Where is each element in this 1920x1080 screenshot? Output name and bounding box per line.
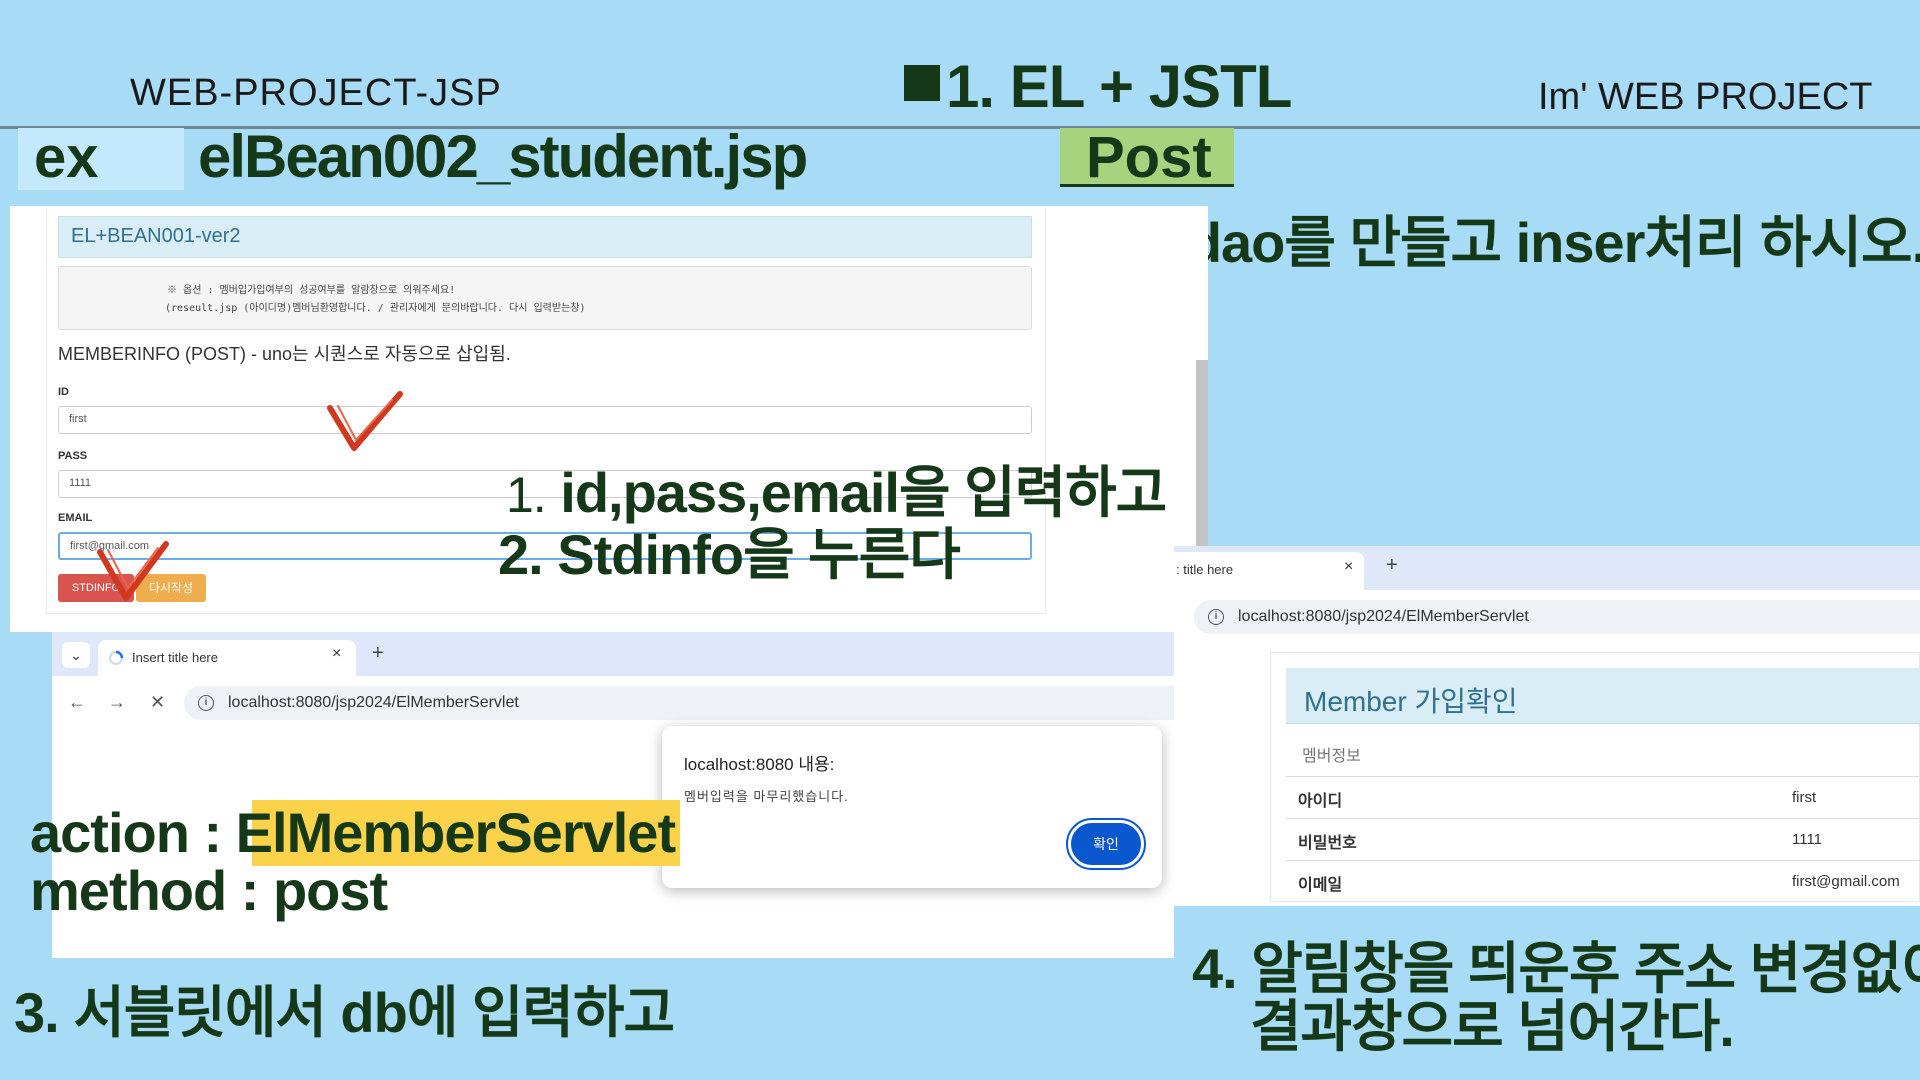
row-value: 1111 — [1792, 831, 1823, 848]
caption-step-4-line-2: 결과창으로 넘어간다. — [1250, 995, 1735, 1058]
alert-message: 멤버입력을 마무리했습니다. — [684, 789, 849, 804]
row-value: first@gmail.com — [1792, 873, 1900, 890]
result-subtitle: 멤버정보 — [1302, 748, 1361, 765]
caption-step-3: 3. 서블릿에서 db에 입력하고 — [14, 981, 675, 1044]
alert-ok-button[interactable]: 확인 — [1066, 818, 1146, 870]
tab-title-right: : title here — [1176, 562, 1234, 577]
caption-step-2: 2. Stdinfo을 누른다 — [498, 523, 961, 586]
notice-line-1: ※ 옵션 : 멤버입가입여부의 성공여부를 알람창으로 의워주세요! — [167, 285, 456, 296]
table-row: 이메일 first@gmail.com — [1286, 860, 1920, 902]
member-info-heading: MEMBERINFO (POST) - uno는 시퀀스로 자동으로 삽입됨. — [58, 344, 511, 364]
forward-arrow-icon[interactable]: → — [108, 692, 126, 713]
action-line: action : ElMemberServlet — [30, 801, 676, 864]
check-mark-icon — [327, 391, 403, 451]
main-title: 1. EL + JSTL — [904, 52, 1292, 121]
url-text-right[interactable]: localhost:8080/jsp2024/ElMemberServlet — [1238, 608, 1529, 626]
new-tab-icon[interactable]: + — [1386, 554, 1398, 577]
check-mark-icon — [97, 541, 169, 601]
stop-loading-icon[interactable]: ✕ — [150, 692, 165, 713]
alert-title: localhost:8080 내용: — [684, 755, 835, 774]
row-key: 비밀번호 — [1298, 835, 1357, 852]
row-value: first — [1792, 789, 1817, 806]
brand-right: Im' WEB PROJECT — [1538, 76, 1873, 118]
id-field[interactable]: first — [58, 406, 1032, 434]
new-tab-icon[interactable]: + — [372, 642, 384, 665]
question-text: Q1. dao를 만들고 inser처리 하시오. — [1086, 211, 1920, 274]
ex-label: ex — [34, 125, 99, 190]
square-bullet-icon — [904, 65, 940, 101]
url-text-left[interactable]: localhost:8080/jsp2024/ElMemberServlet — [228, 694, 519, 712]
tab-title-left: Insert title here — [132, 650, 218, 665]
site-info-icon[interactable]: i — [198, 695, 214, 711]
notice-box: ※ 옵션 : 멤버입가입여부의 성공여부를 알람창으로 의워주세요! (rese… — [58, 266, 1032, 330]
result-panel-heading: Member 가입확인 — [1286, 668, 1920, 724]
row-key: 이메일 — [1298, 877, 1343, 894]
page-loading-icon — [109, 650, 124, 665]
scrollbar-strip — [1196, 360, 1208, 546]
site-info-icon[interactable]: i — [1208, 609, 1224, 625]
tab-list-dropdown-icon[interactable]: ⌄ — [62, 642, 90, 668]
post-tag-underline — [1060, 184, 1234, 187]
post-tag: Post — [1086, 125, 1212, 190]
table-row: 비밀번호 1111 — [1286, 818, 1920, 860]
method-line: method : post — [30, 859, 388, 922]
result-panel-title: Member 가입확인 — [1304, 686, 1518, 717]
close-tab-icon[interactable]: × — [1344, 558, 1353, 576]
main-title-text: 1. EL + JSTL — [946, 53, 1292, 120]
notice-line-2: (reseult.jsp (아이디명)멤버님환영합니다. / 관리자에게 문의바… — [165, 303, 586, 314]
id-label: ID — [58, 386, 69, 398]
form-panel-title: EL+BEAN001-ver2 — [71, 225, 241, 247]
table-row: 아이디 first — [1286, 776, 1920, 818]
file-name: elBean002_student.jsp — [198, 123, 808, 190]
email-label: EMAIL — [58, 512, 93, 524]
brand-left: WEB-PROJECT-JSP — [130, 72, 502, 114]
form-panel-heading: EL+BEAN001-ver2 — [58, 216, 1032, 258]
row-key: 아이디 — [1298, 793, 1343, 810]
back-arrow-icon[interactable]: ← — [68, 692, 86, 713]
close-tab-icon[interactable]: × — [332, 645, 341, 663]
pass-label: PASS — [58, 450, 88, 462]
